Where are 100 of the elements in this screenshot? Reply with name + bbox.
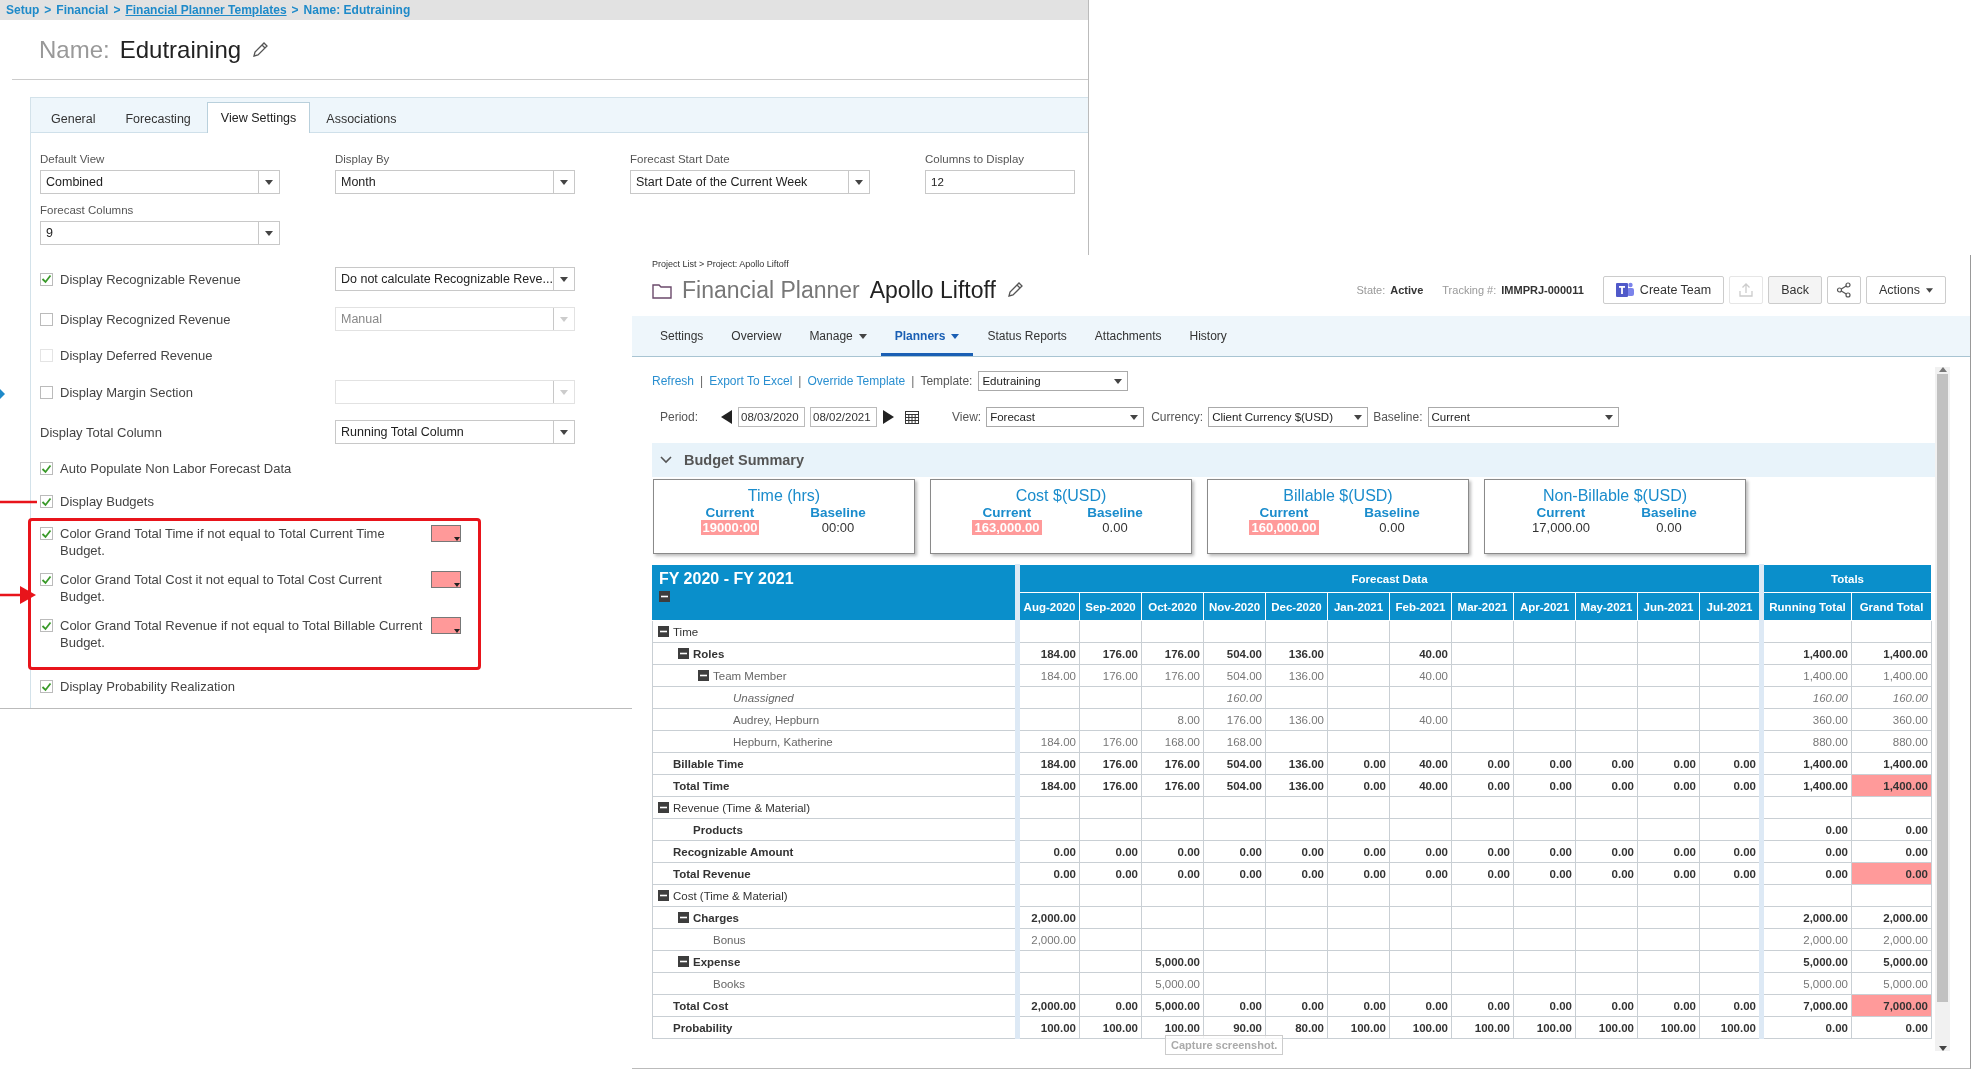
caret-icon — [454, 583, 460, 587]
table-cell: 0.00 — [1327, 994, 1390, 1017]
collapse-icon[interactable] — [677, 956, 689, 967]
calendar-icon[interactable] — [905, 410, 920, 424]
table-cell: 40.00 — [1389, 774, 1452, 797]
select-field[interactable]: Forecast — [986, 407, 1145, 427]
column-header[interactable]: Apr-2021 — [1513, 592, 1576, 621]
tab[interactable]: View Settings — [206, 102, 311, 133]
table-cell: 0.00 — [1327, 862, 1390, 885]
checkbox[interactable] — [40, 385, 53, 399]
create-team-button[interactable]: Create Team — [1602, 276, 1725, 304]
column-header[interactable]: Aug-2020 — [1017, 592, 1080, 621]
column-header[interactable]: Mar-2021 — [1451, 592, 1514, 621]
column-header[interactable]: May-2021 — [1575, 592, 1638, 621]
select-field[interactable]: Do not calculate Recognizable Reve... — [335, 267, 575, 291]
column-header[interactable]: Jan-2021 — [1327, 592, 1390, 621]
tab[interactable]: Attachments — [1080, 316, 1176, 356]
color-picker[interactable] — [431, 617, 461, 634]
collapse-icon[interactable] — [677, 912, 689, 923]
table-cell: 160.00 — [1203, 686, 1266, 709]
state-value: Active — [1390, 284, 1424, 296]
select-field[interactable]: Combined — [40, 170, 280, 194]
breadcrumb-separator: > — [44, 3, 52, 17]
checkbox[interactable] — [40, 527, 53, 540]
column-header[interactable]: Sep-2020 — [1079, 592, 1142, 621]
checkbox-label: Display Margin Section — [60, 384, 193, 400]
previous-icon[interactable] — [721, 410, 734, 424]
share-button[interactable] — [1827, 276, 1861, 304]
date-field[interactable]: 08/03/2020 — [738, 407, 806, 427]
column-header[interactable]: Feb-2021 — [1389, 592, 1452, 621]
checkbox[interactable] — [40, 272, 53, 286]
collapse-icon[interactable] — [657, 802, 669, 813]
card-title: Time (hrs) — [746, 487, 822, 505]
tab[interactable]: General — [37, 104, 110, 132]
column-label: Current — [704, 505, 756, 520]
tab[interactable]: Settings — [646, 316, 718, 356]
select-field[interactable]: Month — [335, 170, 575, 194]
collapse-icon[interactable] — [659, 591, 670, 602]
collapse-icon[interactable] — [657, 890, 669, 901]
checkbox[interactable] — [40, 573, 53, 586]
column-header[interactable]: Jun-2021 — [1637, 592, 1700, 621]
table-cell: 504.00 — [1203, 642, 1266, 665]
actions-button[interactable]: Actions — [1866, 276, 1946, 304]
caret-icon — [1604, 414, 1613, 420]
table-cell: 0.00 — [1079, 994, 1142, 1017]
toolbar-link[interactable]: Refresh — [652, 374, 695, 388]
collapse-icon[interactable] — [657, 626, 669, 637]
table-cell: 0.00 — [1851, 840, 1932, 863]
next-icon[interactable] — [882, 410, 895, 424]
baseline-value: 0.00 — [1101, 520, 1129, 535]
select-field[interactable]: Current — [1427, 407, 1619, 427]
table-cell: 176.00 — [1079, 664, 1142, 687]
select-field[interactable]: Start Date of the Current Week — [630, 170, 870, 194]
checkbox[interactable] — [40, 312, 53, 326]
checkbox[interactable] — [40, 495, 53, 508]
section-header[interactable]: Budget Summary — [652, 443, 1935, 477]
select-field[interactable]: Client Currency $(USD) — [1208, 407, 1369, 427]
column-header[interactable]: Grand Total — [1851, 592, 1932, 621]
date-field[interactable]: 08/02/2021 — [810, 407, 878, 427]
back-button[interactable]: Back — [1768, 276, 1822, 304]
select-field[interactable]: Running Total Column — [335, 420, 575, 444]
chevron-down-icon[interactable] — [660, 456, 672, 464]
select-field[interactable]: Edutraining — [978, 371, 1129, 391]
caret-icon — [855, 179, 863, 185]
table-cell: 0.00 — [1761, 818, 1852, 841]
pencil-icon[interactable] — [251, 40, 270, 59]
column-header[interactable]: Nov-2020 — [1203, 592, 1266, 621]
color-picker[interactable] — [431, 571, 461, 588]
tab[interactable]: History — [1175, 316, 1241, 356]
collapse-icon[interactable] — [677, 648, 689, 659]
row-label: Products — [693, 823, 743, 836]
toolbar-link[interactable]: Override Template — [807, 374, 906, 388]
tab[interactable]: Manage — [795, 316, 881, 356]
row-label: Cost (Time & Material) — [673, 889, 788, 902]
column-header[interactable]: Oct-2020 — [1141, 592, 1204, 621]
tab[interactable]: Overview — [717, 316, 796, 356]
checkbox[interactable] — [40, 619, 53, 632]
scroll-up-icon[interactable] — [1938, 367, 1947, 372]
tab[interactable]: Status Reports — [973, 316, 1081, 356]
select-field[interactable]: 9 — [40, 221, 280, 245]
table-cell: 1,400.00 — [1851, 664, 1932, 687]
table-cell: 100.00 — [1637, 1016, 1700, 1039]
tab[interactable]: Planners — [880, 316, 974, 356]
checkbox[interactable] — [40, 462, 53, 475]
checkbox-label: Display Budgets — [60, 494, 154, 509]
collapse-icon[interactable] — [697, 670, 709, 681]
checkbox-label: Color Grand Total Cost it not equal to Total Cost Current Budget. — [60, 571, 383, 605]
tab[interactable]: Associations — [312, 104, 411, 132]
tab[interactable]: Forecasting — [111, 104, 205, 132]
table-cell: 0.00 — [1513, 840, 1576, 863]
column-header[interactable]: Running Total — [1761, 592, 1852, 621]
column-header[interactable]: Dec-2020 — [1265, 592, 1328, 621]
breadcrumb-item: Financial — [56, 3, 109, 17]
color-picker[interactable] — [431, 525, 461, 542]
toolbar-link[interactable]: Export To Excel — [709, 374, 793, 388]
scroll-down-icon[interactable] — [1938, 1046, 1947, 1051]
pencil-icon[interactable] — [1005, 281, 1024, 299]
scrollbar[interactable] — [1935, 367, 1950, 1051]
checkbox[interactable] — [40, 680, 53, 693]
input-field[interactable]: 12 — [925, 170, 1075, 194]
